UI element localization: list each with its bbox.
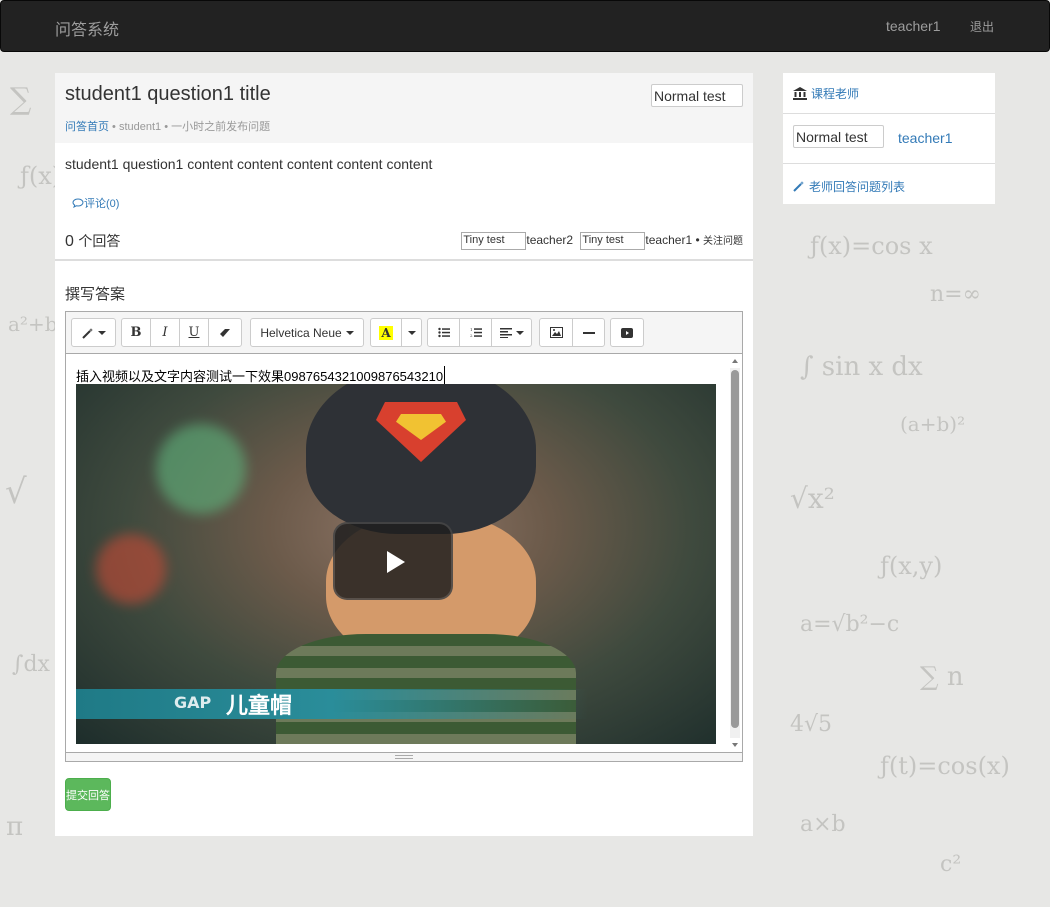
align-icon	[499, 328, 512, 338]
editor-text: 插入视频以及文字内容测试一下效果0987654321009876543210	[76, 366, 446, 385]
font-family-dropdown[interactable]: Helvetica Neue	[250, 318, 364, 347]
sidebar-title-text: 课程老师	[811, 87, 860, 101]
navbar-brand[interactable]: 问答系统	[55, 16, 119, 40]
video-group	[610, 318, 644, 347]
editor-scrollbar[interactable]	[730, 356, 740, 750]
editor-toolbar: B I U Helvetica Neue A 12	[66, 312, 742, 354]
sidebar-title[interactable]: 课程老师	[793, 85, 859, 102]
followers-list: Tiny test teacher2 Tiny test teacher1 • 关注…	[461, 232, 743, 250]
paragraph-align-dropdown[interactable]	[491, 318, 532, 347]
italic-button[interactable]: I	[150, 318, 180, 347]
answer-count-label: 个回答	[78, 233, 121, 249]
embedded-video[interactable]: GAP 儿童帽	[76, 384, 716, 744]
answers-bar: 0 个回答 Tiny test teacher2 Tiny test teacher…	[55, 223, 753, 261]
top-navbar: 问答系统 teacher1 退出	[0, 0, 1050, 52]
question-panel: student1 question1 title 问答首页 • student1…	[55, 73, 753, 836]
teacher-answers-link-text: 老师回答问题列表	[809, 180, 906, 194]
scroll-thumb[interactable]	[731, 370, 739, 728]
list-ol-icon: 12	[470, 327, 482, 338]
editor-content-area[interactable]: 插入视频以及文字内容测试一下效果0987654321009876543210 G…	[66, 354, 742, 752]
comment-link[interactable]: 评论(0)	[72, 195, 119, 211]
scroll-down-arrow[interactable]	[732, 743, 738, 747]
editor-resize-handle[interactable]	[66, 752, 742, 761]
picture-icon	[549, 327, 563, 338]
bold-icon: B	[130, 325, 142, 340]
rich-text-editor: B I U Helvetica Neue A 12 插入视频以及文字内容测试一下…	[65, 311, 743, 762]
video-caption-bar	[76, 689, 716, 719]
sidebar-header: 课程老师	[783, 73, 995, 114]
follower-name[interactable]: teacher1	[645, 233, 692, 247]
bold-button[interactable]: B	[121, 318, 151, 347]
style-dropdown-button[interactable]	[71, 318, 116, 347]
insert-group	[539, 318, 605, 347]
sidebar-teacher: Normal test teacher1	[783, 114, 995, 164]
magic-wand-icon	[81, 327, 93, 339]
navbar-user-link[interactable]: teacher1	[886, 18, 940, 34]
text-color-button[interactable]: A	[370, 318, 402, 347]
follower-avatar: Tiny test	[461, 232, 527, 250]
scroll-up-arrow[interactable]	[732, 359, 738, 363]
paragraph-group: 12	[427, 318, 532, 347]
font-name-group: Helvetica Neue	[250, 318, 364, 347]
answer-form-title: 撰写答案	[65, 286, 126, 303]
italic-icon: I	[162, 325, 168, 340]
video-caption-text: 儿童帽	[226, 694, 293, 719]
svg-text:2: 2	[470, 333, 473, 338]
question-content: student1 question1 content content conte…	[65, 156, 433, 172]
breadcrumb-home-link[interactable]: 问答首页	[65, 121, 109, 133]
color-group: A	[370, 318, 422, 347]
underline-icon: U	[188, 325, 200, 340]
question-title: student1 question1 title	[65, 83, 271, 105]
hr-icon	[582, 331, 595, 334]
highlight-icon: A	[379, 325, 393, 340]
insert-picture-button[interactable]	[539, 318, 573, 347]
submit-answer-button[interactable]: 提交回答	[65, 778, 111, 811]
comment-count: 评论(0)	[84, 198, 120, 210]
bank-icon	[793, 87, 807, 100]
style-group	[71, 318, 116, 347]
magic-wand-icon	[793, 181, 804, 192]
follower-avatar: Tiny test	[580, 232, 646, 250]
teacher-name-link[interactable]: teacher1	[898, 130, 952, 146]
teacher-sidebar: 课程老师 Normal test teacher1 老师回答问题列表	[783, 73, 995, 204]
underline-button[interactable]: U	[179, 318, 209, 347]
insert-hr-button[interactable]	[572, 318, 605, 347]
navbar-logout-link[interactable]: 退出	[970, 18, 994, 35]
ordered-list-button[interactable]: 12	[459, 318, 492, 347]
answer-count-number: 0	[65, 233, 74, 250]
comment-icon	[72, 198, 84, 209]
font-family-value: Helvetica Neue	[260, 325, 342, 340]
question-time: 一小时之前发布问题	[171, 121, 271, 133]
question-author: student1	[118, 121, 162, 133]
teacher-answers-link[interactable]: 老师回答问题列表	[793, 178, 905, 195]
followers-suffix: 关注问题	[703, 236, 743, 248]
play-icon[interactable]	[333, 522, 453, 600]
follower-name[interactable]: teacher2	[526, 233, 573, 247]
list-ul-icon	[437, 327, 450, 338]
color-dropdown-button[interactable]	[401, 318, 422, 347]
answer-count: 0 个回答	[65, 231, 120, 251]
unordered-list-button[interactable]	[427, 318, 460, 347]
teacher-avatar: Normal test	[793, 125, 884, 148]
sidebar-answers-link-row: 老师回答问题列表	[783, 164, 995, 204]
author-avatar: Normal test	[651, 84, 743, 107]
question-meta: 问答首页 • student1 • 一小时之前发布问题	[65, 121, 271, 133]
video-icon	[621, 327, 633, 338]
svg-text:1: 1	[470, 327, 473, 332]
font-style-group: B I U	[121, 318, 242, 347]
question-header: student1 question1 title 问答首页 • student1…	[55, 73, 753, 143]
eraser-icon	[220, 328, 230, 337]
insert-video-button[interactable]	[610, 318, 644, 347]
clear-format-button[interactable]	[208, 318, 242, 347]
video-caption-brand: GAP	[174, 693, 212, 712]
